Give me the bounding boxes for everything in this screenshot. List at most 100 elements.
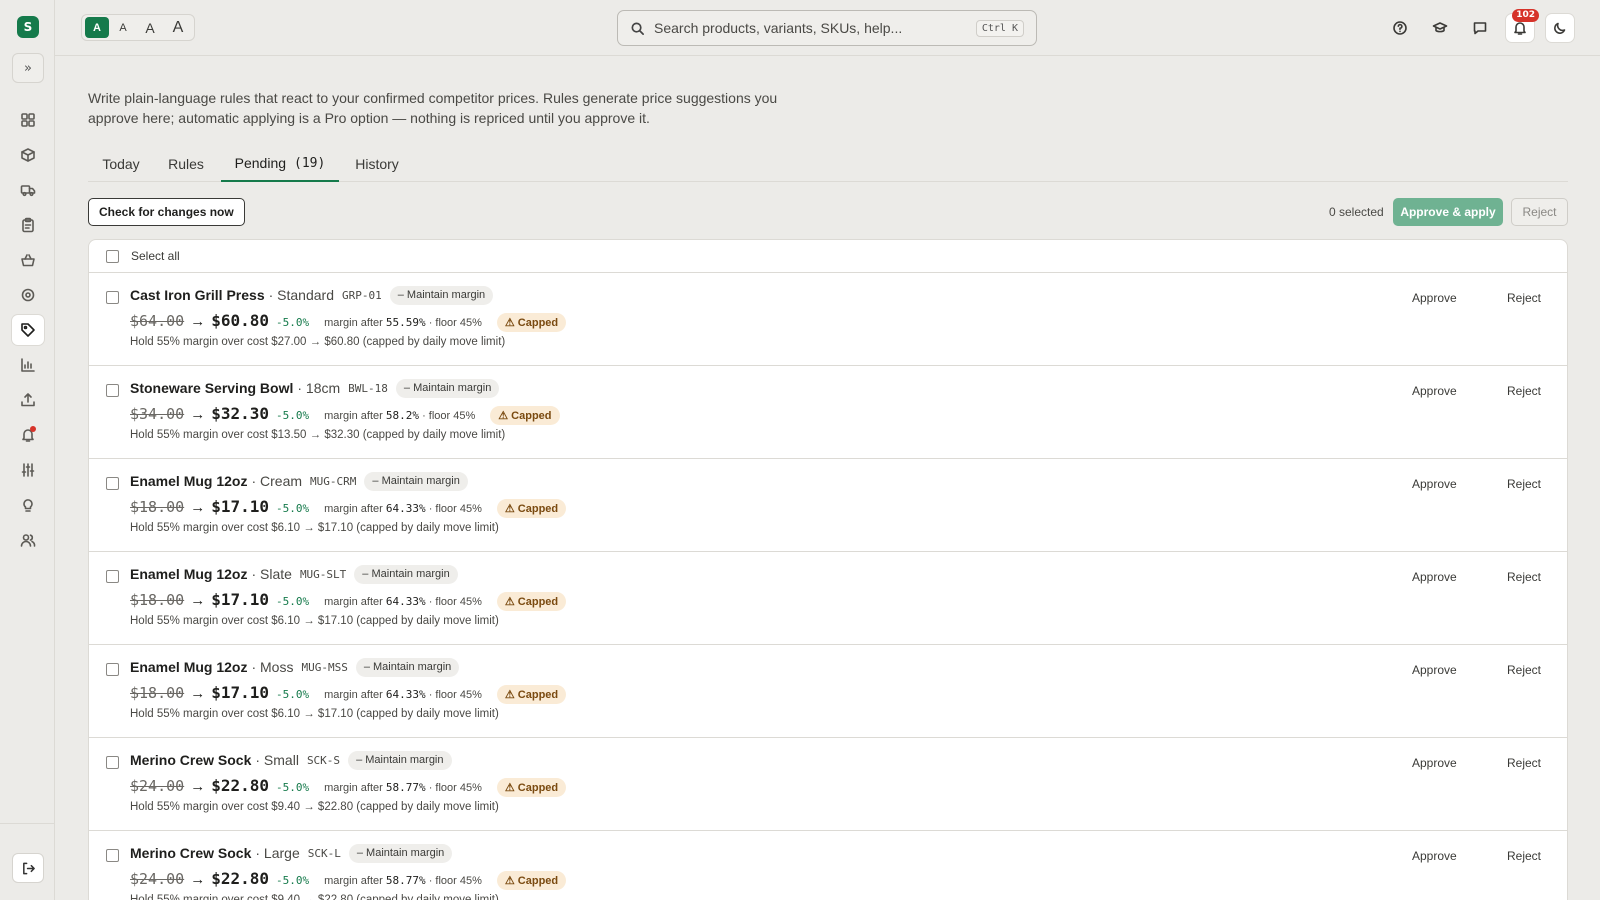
row-reject-button[interactable]: Reject bbox=[1507, 849, 1541, 863]
margin-after-info: margin after 55.59% · floor 45% bbox=[324, 316, 482, 329]
search-bar[interactable]: Search products, variants, SKUs, help...… bbox=[617, 10, 1037, 46]
page-description: Write plain-language rules that react to… bbox=[88, 90, 778, 126]
rule-explanation: Hold 55% margin over cost $6.10 → $17.10… bbox=[130, 708, 499, 720]
row-checkbox[interactable] bbox=[106, 756, 119, 769]
row-approve-button[interactable]: Approve bbox=[1412, 570, 1457, 584]
nav-orders[interactable] bbox=[12, 210, 44, 240]
select-all-label[interactable]: Select all bbox=[131, 249, 180, 263]
product-name: Enamel Mug 12oz bbox=[130, 659, 248, 675]
row-approve-button[interactable]: Approve bbox=[1412, 477, 1457, 491]
font-size-sm[interactable]: A bbox=[111, 17, 135, 38]
check-for-changes-button[interactable]: Check for changes now bbox=[88, 198, 245, 226]
nav-reports[interactable] bbox=[12, 350, 44, 380]
variant-name: · Slate bbox=[251, 566, 292, 582]
product-name: Enamel Mug 12oz bbox=[130, 566, 248, 582]
feedback-button[interactable] bbox=[1465, 13, 1495, 43]
font-size-xs[interactable]: A bbox=[85, 17, 110, 38]
row-checkbox[interactable] bbox=[106, 849, 119, 862]
select-all-checkbox[interactable] bbox=[106, 249, 119, 263]
row-approve-button[interactable]: Approve bbox=[1412, 663, 1457, 677]
notifications-button[interactable]: 102 bbox=[1505, 9, 1539, 43]
nav-products[interactable] bbox=[12, 140, 44, 170]
price-arrow: → bbox=[190, 406, 206, 423]
nav-baskets[interactable] bbox=[12, 245, 44, 275]
margin-after-info: margin after 64.33% · floor 45% bbox=[324, 502, 482, 515]
nav-alerts[interactable] bbox=[12, 420, 44, 450]
row-approve-button[interactable]: Approve bbox=[1412, 756, 1457, 770]
margin-after-label: margin after bbox=[324, 317, 383, 329]
truck-icon bbox=[20, 185, 36, 197]
logout-button[interactable] bbox=[12, 853, 44, 883]
rule-badge: – Maintain margin bbox=[348, 843, 453, 863]
row-checkbox[interactable] bbox=[106, 291, 119, 304]
row-reject-button[interactable]: Reject bbox=[1507, 663, 1541, 677]
nav-team[interactable] bbox=[12, 525, 44, 555]
row-checkbox[interactable] bbox=[106, 477, 119, 490]
price-change-percent: -5.0% bbox=[275, 781, 310, 794]
reject-selected-button[interactable]: Reject bbox=[1511, 198, 1568, 226]
nav-competitors[interactable] bbox=[12, 280, 44, 310]
tab-pending[interactable]: Pending (19) bbox=[221, 146, 339, 182]
row-reject-button[interactable]: Reject bbox=[1507, 477, 1541, 491]
learn-button[interactable] bbox=[1425, 13, 1455, 43]
font-size-lg[interactable]: A bbox=[165, 17, 191, 38]
tab-today[interactable]: Today bbox=[88, 146, 154, 182]
old-price: $18.00 bbox=[130, 591, 185, 609]
search-icon bbox=[631, 22, 644, 35]
rule-badge: – Maintain margin bbox=[348, 750, 452, 770]
row-approve-button[interactable]: Approve bbox=[1412, 384, 1457, 398]
product-name: Cast Iron Grill Press bbox=[130, 287, 265, 303]
tab-pending-label: Pending bbox=[234, 155, 287, 171]
product-name: Stoneware Serving Bowl bbox=[130, 380, 294, 396]
row-approve-button[interactable]: Approve bbox=[1412, 291, 1457, 305]
graduation-cap-icon bbox=[1432, 22, 1448, 33]
help-button[interactable] bbox=[1385, 13, 1415, 43]
margin-floor: · floor 45% bbox=[428, 689, 482, 701]
row-approve-button[interactable]: Approve bbox=[1412, 849, 1457, 863]
row-reject-button[interactable]: Reject bbox=[1507, 570, 1541, 584]
tab-history[interactable]: History bbox=[354, 146, 400, 182]
suggestion-row: Enamel Mug 12oz · Cream MUG-CRM – Mainta… bbox=[89, 459, 1567, 552]
margin-after-info: margin after 64.33% · floor 45% bbox=[324, 688, 482, 701]
font-size-md[interactable]: A bbox=[137, 17, 163, 38]
nav-export[interactable] bbox=[12, 385, 44, 415]
margin-after-value: 64.33% bbox=[385, 688, 426, 701]
nav-dashboard[interactable] bbox=[12, 105, 44, 135]
suggestion-row: Enamel Mug 12oz · Moss MUG-MSS – Maintai… bbox=[89, 645, 1567, 738]
rule-explanation: Hold 55% margin over cost $6.10 → $17.10… bbox=[130, 522, 499, 534]
price-change-percent: -5.0% bbox=[275, 409, 310, 422]
variant-name: · 18cm bbox=[297, 380, 341, 396]
price-arrow: → bbox=[190, 685, 206, 702]
row-reject-button[interactable]: Reject bbox=[1507, 756, 1541, 770]
expand-sidebar-button[interactable]: » bbox=[12, 53, 44, 83]
suggestion-row: Merino Crew Sock · Large SCK-L – Maintai… bbox=[89, 831, 1567, 900]
margin-after-info: margin after 58.77% · floor 45% bbox=[324, 874, 482, 887]
approve-and-apply-button[interactable]: Approve & apply bbox=[1393, 198, 1503, 226]
row-checkbox[interactable] bbox=[106, 663, 119, 676]
search-shortcut-hint: Ctrl K bbox=[975, 19, 1024, 37]
box-icon bbox=[21, 148, 35, 162]
nav-shipping[interactable] bbox=[12, 175, 44, 205]
rule-explanation: Hold 55% margin over cost $9.40 → $22.80… bbox=[130, 894, 499, 900]
old-price: $34.00 bbox=[130, 405, 185, 423]
app-logo[interactable]: S bbox=[17, 16, 39, 38]
nav-settings[interactable] bbox=[12, 455, 44, 485]
upload-icon bbox=[21, 393, 35, 407]
nav-tips[interactable] bbox=[12, 490, 44, 520]
row-checkbox[interactable] bbox=[106, 384, 119, 397]
price-change-percent: -5.0% bbox=[275, 688, 310, 701]
search-input[interactable]: Search products, variants, SKUs, help... bbox=[654, 20, 976, 36]
tab-rules[interactable]: Rules bbox=[168, 146, 204, 182]
tab-bar: Today Rules Pending (19) History bbox=[88, 146, 1568, 182]
row-reject-button[interactable]: Reject bbox=[1507, 384, 1541, 398]
new-price: $17.10 bbox=[211, 497, 269, 516]
tag-icon bbox=[21, 323, 35, 337]
margin-floor: · floor 45% bbox=[428, 782, 482, 794]
bell-icon bbox=[1514, 22, 1526, 35]
theme-toggle-button[interactable] bbox=[1545, 13, 1575, 43]
nav-pricing[interactable] bbox=[12, 315, 44, 345]
margin-after-label: margin after bbox=[324, 875, 383, 887]
row-checkbox[interactable] bbox=[106, 570, 119, 583]
row-reject-button[interactable]: Reject bbox=[1507, 291, 1541, 305]
suggestion-row: Merino Crew Sock · Small SCK-S – Maintai… bbox=[89, 738, 1567, 831]
